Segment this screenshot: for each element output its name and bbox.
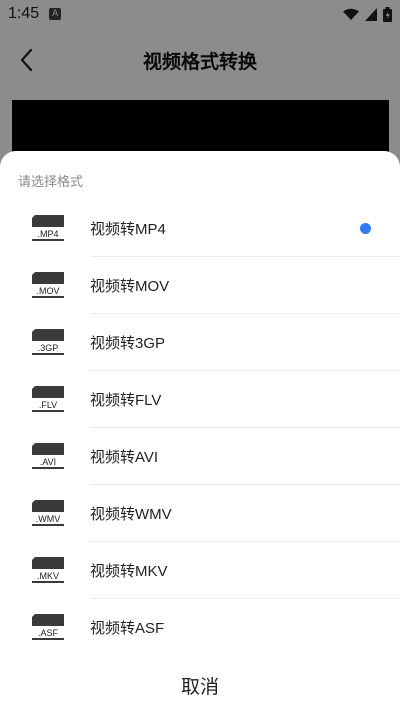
video-file-icon: .ASF: [32, 614, 64, 640]
format-option[interactable]: .MOV 视频转MOV: [0, 257, 400, 314]
format-option-label: 视频转AVI: [90, 449, 159, 466]
format-option[interactable]: .FLV 视频转FLV: [0, 371, 400, 428]
format-badge-text: .MP4: [37, 229, 58, 239]
format-option-label: 视频转MOV: [90, 278, 170, 295]
format-option[interactable]: .MP4 视频转MP4: [0, 200, 400, 257]
video-file-icon: .3GP: [32, 329, 64, 355]
format-option-label: 视频转MKV: [90, 563, 168, 580]
screen: 1:45 A 视频格式转换 请选择格式 .MP4 视频转MP4 .MOV 视频转MOV…: [0, 0, 400, 712]
format-option-label: 视频转3GP: [90, 335, 166, 352]
format-bottom-sheet: 请选择格式 .MP4 视频转MP4 .MOV 视频转MOV .3GP 视频转3GP .FLV…: [0, 151, 400, 712]
video-file-icon: .MKV: [32, 557, 64, 583]
format-option[interactable]: .WMV 视频转WMV: [0, 485, 400, 542]
format-option-list: .MP4 视频转MP4 .MOV 视频转MOV .3GP 视频转3GP .FLV 视频转FLV…: [0, 200, 400, 656]
format-badge-text: .WMV: [36, 514, 61, 524]
video-file-icon: .WMV: [32, 500, 64, 526]
format-badge-text: .3GP: [38, 343, 59, 353]
selected-indicator-icon: [360, 223, 371, 234]
format-option-label: 视频转MP4: [90, 221, 166, 238]
format-badge-text: .MOV: [36, 286, 59, 296]
video-file-icon: .MOV: [32, 272, 64, 298]
video-file-icon: .FLV: [32, 386, 64, 412]
format-option-label: 视频转FLV: [90, 392, 162, 409]
format-badge-text: .AVI: [40, 457, 56, 467]
video-file-icon: .MP4: [32, 215, 64, 241]
format-option-label: 视频转ASF: [90, 620, 165, 637]
format-option[interactable]: .3GP 视频转3GP: [0, 314, 400, 371]
format-badge-text: .MKV: [37, 571, 59, 581]
format-badge-text: .FLV: [39, 400, 57, 410]
format-option[interactable]: .ASF 视频转ASF: [0, 599, 400, 656]
cancel-button[interactable]: 取消: [0, 663, 400, 707]
format-option[interactable]: .AVI 视频转AVI: [0, 428, 400, 485]
sheet-title: 请选择格式: [18, 174, 84, 189]
video-file-icon: .AVI: [32, 443, 64, 469]
format-option-label: 视频转WMV: [90, 506, 172, 523]
format-option[interactable]: .MKV 视频转MKV: [0, 542, 400, 599]
format-badge-text: .ASF: [38, 628, 59, 638]
